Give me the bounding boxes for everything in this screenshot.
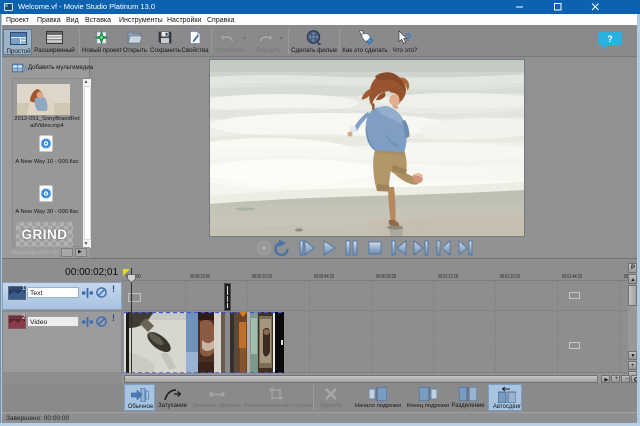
svg-text:?: ? <box>607 34 613 44</box>
